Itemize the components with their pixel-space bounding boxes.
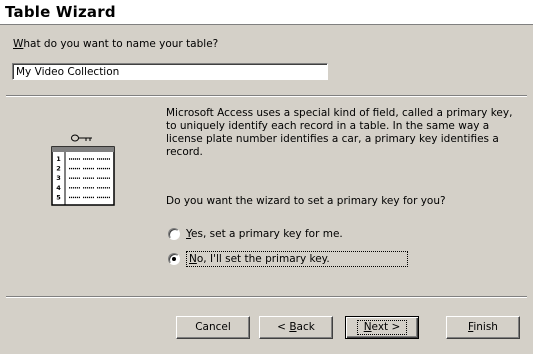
option-wizard-sets-key[interactable]: Yes, set a primary key for me. bbox=[168, 226, 343, 242]
radio-button[interactable] bbox=[168, 228, 180, 240]
table-name-label: What do you want to name your table? bbox=[13, 38, 219, 50]
row-number: 2 bbox=[56, 165, 61, 173]
top-divider bbox=[6, 95, 527, 97]
option-label: Yes, set a primary key for me. bbox=[186, 228, 343, 240]
row-number: 1 bbox=[56, 155, 61, 163]
primary-key-illustration: 1 23 45 bbox=[51, 134, 115, 206]
table-grid-icon bbox=[51, 146, 115, 206]
finish-button[interactable]: Finish bbox=[446, 316, 520, 339]
table-wizard-dialog: Table Wizard What do you want to name yo… bbox=[0, 0, 533, 354]
next-button[interactable]: Next > bbox=[345, 316, 419, 339]
bottom-divider bbox=[6, 296, 527, 298]
option-label: No, I'll set the primary key. bbox=[186, 251, 408, 267]
back-button[interactable]: < Back bbox=[259, 316, 333, 339]
radio-button[interactable] bbox=[168, 253, 180, 265]
accelerator-key: W bbox=[13, 38, 24, 50]
row-number: 5 bbox=[56, 193, 61, 201]
title-band: Table Wizard bbox=[0, 0, 533, 25]
table-name-input[interactable] bbox=[12, 63, 328, 80]
primary-key-question: Do you want the wizard to set a primary … bbox=[166, 195, 446, 207]
primary-key-description: Microsoft Access uses a special kind of … bbox=[166, 107, 513, 158]
row-number: 4 bbox=[56, 184, 61, 192]
option-user-sets-key[interactable]: No, I'll set the primary key. bbox=[168, 251, 408, 267]
row-number: 3 bbox=[56, 174, 61, 182]
cancel-button[interactable]: Cancel bbox=[176, 316, 250, 339]
dialog-title: Table Wizard bbox=[5, 3, 116, 21]
key-icon bbox=[71, 134, 92, 142]
